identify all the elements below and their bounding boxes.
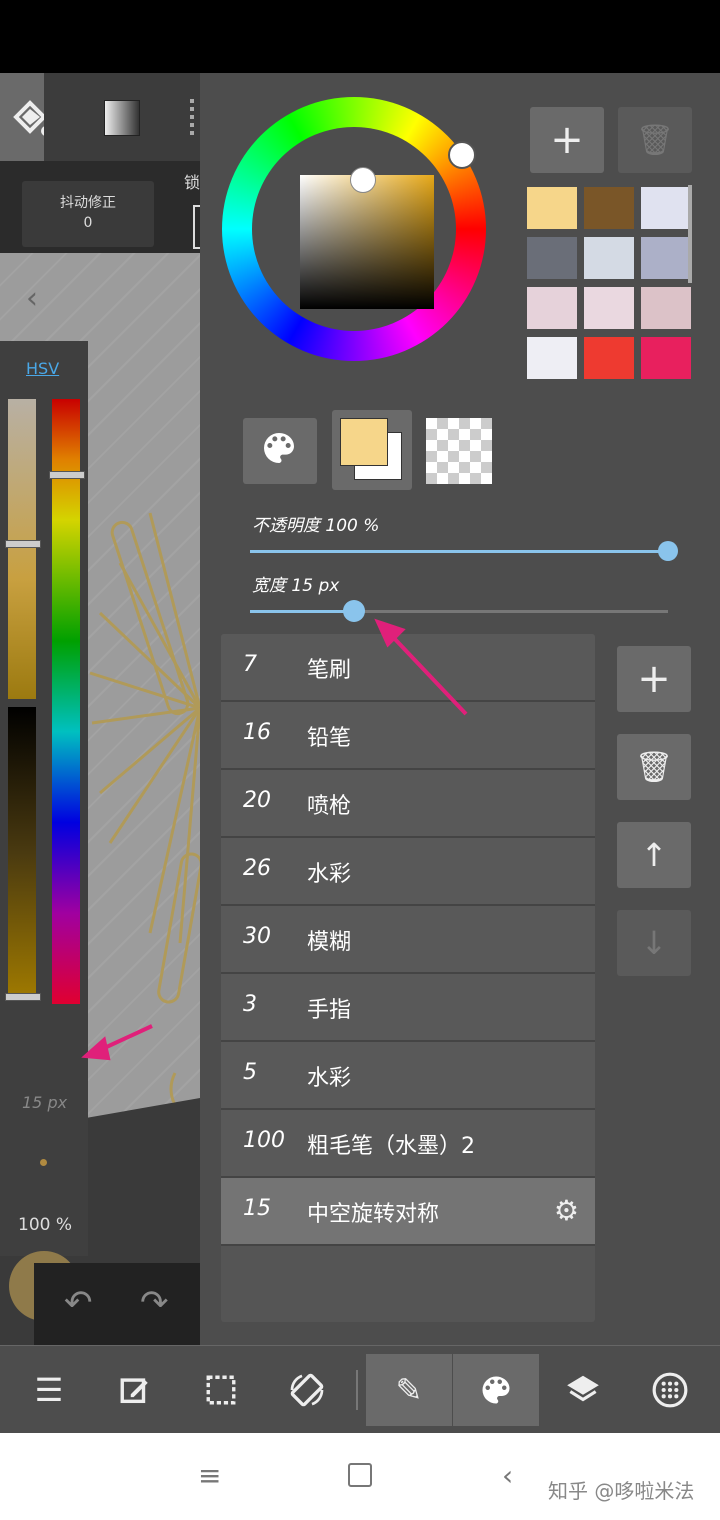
- annotation-arrows: [81, 618, 468, 1061]
- arrowhead: [81, 1036, 111, 1061]
- annotation-arrow-size: [99, 1024, 153, 1052]
- annotation-arrow-width: [390, 634, 468, 716]
